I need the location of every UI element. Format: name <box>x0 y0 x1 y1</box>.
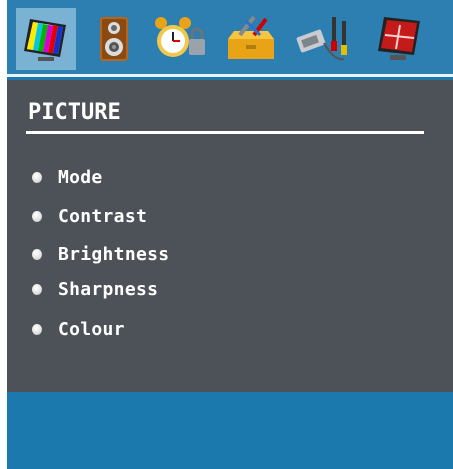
menu-item-label: Mode <box>58 166 103 188</box>
menu-item-brightness[interactable]: Brightness <box>32 243 169 265</box>
info-footer-bar <box>7 394 453 469</box>
page-title: PICTURE <box>28 100 121 125</box>
menu-item-label: Colour <box>58 318 125 340</box>
menu-icon-bar <box>7 0 453 74</box>
menu-item-colour[interactable]: Colour <box>32 318 125 340</box>
bullet-icon <box>32 248 42 260</box>
tab-feature[interactable] <box>368 8 428 70</box>
tab-picture[interactable] <box>16 8 76 70</box>
speaker-icon <box>88 13 140 65</box>
toolbox-icon <box>224 13 282 65</box>
title-underline <box>26 131 424 134</box>
menu-item-contrast[interactable]: Contrast <box>32 205 147 227</box>
bullet-icon <box>32 323 42 335</box>
bullet-icon <box>32 210 42 222</box>
tab-sound[interactable] <box>84 8 144 70</box>
menu-item-label: Contrast <box>58 205 148 227</box>
cables-plugs-icon <box>294 13 354 65</box>
picture-monitor-icon <box>20 13 72 65</box>
tab-timer-lock[interactable] <box>151 8 211 70</box>
menu-item-sharpness[interactable]: Sharpness <box>32 278 158 300</box>
bullet-icon <box>32 283 42 295</box>
bullet-icon <box>32 171 42 183</box>
header-divider <box>7 74 453 77</box>
tab-source[interactable] <box>294 8 354 70</box>
alarm-clock-lock-icon <box>153 13 209 65</box>
menu-item-label: Sharpness <box>58 278 159 300</box>
picture-menu-panel: PICTURE Mode Contrast Brightness Sharpne… <box>7 80 453 392</box>
menu-item-mode[interactable]: Mode <box>32 166 103 188</box>
menu-item-label: Brightness <box>58 243 170 265</box>
tab-setup[interactable] <box>223 8 283 70</box>
red-cross-monitor-icon <box>372 13 424 65</box>
